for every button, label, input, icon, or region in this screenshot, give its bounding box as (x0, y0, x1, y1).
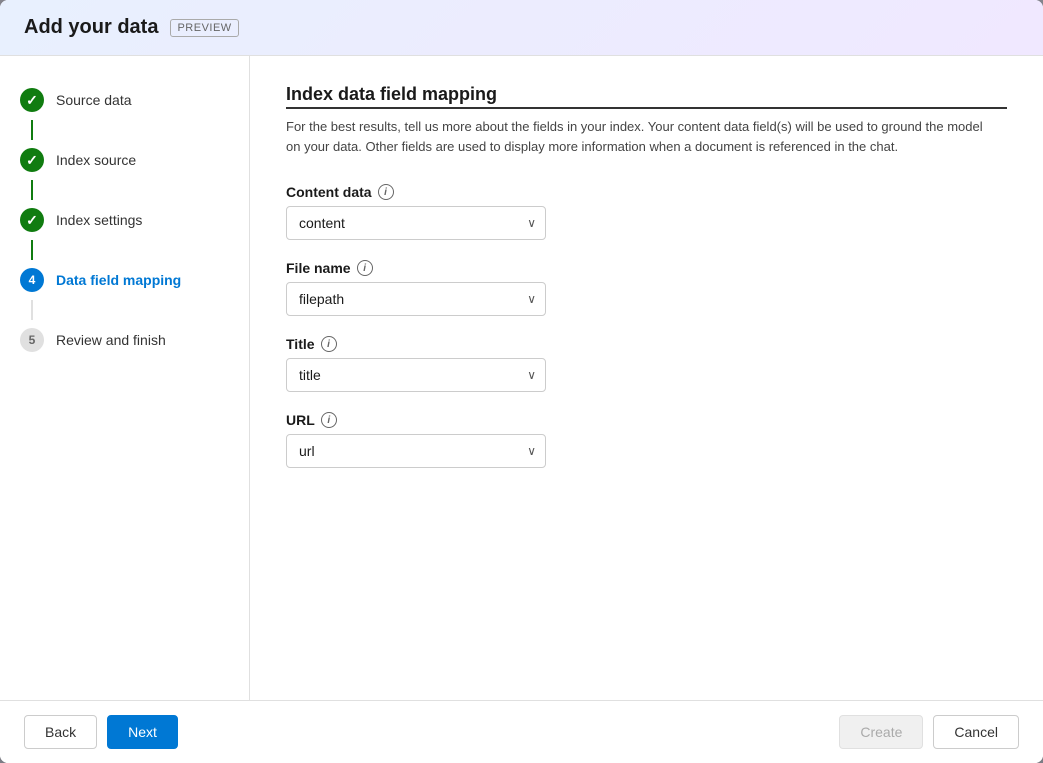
section-description: For the best results, tell us more about… (286, 117, 986, 156)
sidebar: ✓ Source data ✓ Index source ✓ (0, 56, 250, 700)
select-wrapper-url: url link href source ∨ (286, 434, 546, 468)
step-label-data-field-mapping: Data field mapping (56, 272, 181, 288)
modal-header: Add your data PREVIEW (0, 0, 1043, 56)
sidebar-item-review-and-finish[interactable]: 5 Review and finish (0, 320, 249, 360)
step-label-index-source: Index source (56, 152, 136, 168)
footer-left: Back Next (24, 715, 178, 749)
preview-badge: PREVIEW (170, 19, 238, 37)
form-group-url: URL i url link href source ∨ (286, 412, 546, 468)
form-group-file-name: File name i filepath filename path name … (286, 260, 546, 316)
add-your-data-modal: Add your data PREVIEW ✓ Source data ✓ (0, 0, 1043, 763)
info-icon-file-name[interactable]: i (357, 260, 373, 276)
select-wrapper-content-data: content text description body ∨ (286, 206, 546, 240)
label-url: URL i (286, 412, 546, 428)
step-icon-index-source: ✓ (20, 148, 44, 172)
connector-2 (31, 180, 33, 200)
info-icon-url[interactable]: i (321, 412, 337, 428)
select-file-name[interactable]: filepath filename path name (286, 282, 546, 316)
select-wrapper-file-name: filepath filename path name ∨ (286, 282, 546, 316)
label-title: Title i (286, 336, 546, 352)
main-content: Index data field mapping For the best re… (250, 56, 1043, 700)
sidebar-item-data-field-mapping[interactable]: 4 Data field mapping (0, 260, 249, 300)
info-icon-title[interactable]: i (321, 336, 337, 352)
step-label-index-settings: Index settings (56, 212, 142, 228)
footer-right: Create Cancel (839, 715, 1019, 749)
connector-1 (31, 120, 33, 140)
sidebar-item-source-data[interactable]: ✓ Source data (0, 80, 249, 120)
check-icon-3: ✓ (26, 212, 38, 229)
modal-title: Add your data (24, 16, 158, 39)
connector-4 (31, 300, 33, 320)
step-icon-source-data: ✓ (20, 88, 44, 112)
step-icon-review-and-finish: 5 (20, 328, 44, 352)
section-title: Index data field mapping (286, 84, 1007, 109)
select-content-data[interactable]: content text description body (286, 206, 546, 240)
step-label-review-and-finish: Review and finish (56, 332, 166, 348)
cancel-button[interactable]: Cancel (933, 715, 1019, 749)
create-button[interactable]: Create (839, 715, 923, 749)
check-icon: ✓ (26, 92, 38, 109)
info-icon-content-data[interactable]: i (378, 184, 394, 200)
modal-footer: Back Next Create Cancel (0, 700, 1043, 763)
form-group-content-data: Content data i content text description … (286, 184, 546, 240)
next-button[interactable]: Next (107, 715, 178, 749)
form-group-title: Title i title name heading subject ∨ (286, 336, 546, 392)
label-file-name: File name i (286, 260, 546, 276)
step-number-4: 4 (29, 273, 36, 287)
modal-body: ✓ Source data ✓ Index source ✓ (0, 56, 1043, 700)
connector-3 (31, 240, 33, 260)
step-number-5: 5 (29, 333, 36, 347)
select-wrapper-title: title name heading subject ∨ (286, 358, 546, 392)
select-url[interactable]: url link href source (286, 434, 546, 468)
step-icon-data-field-mapping: 4 (20, 268, 44, 292)
back-button[interactable]: Back (24, 715, 97, 749)
select-title[interactable]: title name heading subject (286, 358, 546, 392)
step-label-source-data: Source data (56, 92, 132, 108)
check-icon-2: ✓ (26, 152, 38, 169)
step-icon-index-settings: ✓ (20, 208, 44, 232)
sidebar-item-index-source[interactable]: ✓ Index source (0, 140, 249, 180)
label-content-data: Content data i (286, 184, 546, 200)
sidebar-item-index-settings[interactable]: ✓ Index settings (0, 200, 249, 240)
